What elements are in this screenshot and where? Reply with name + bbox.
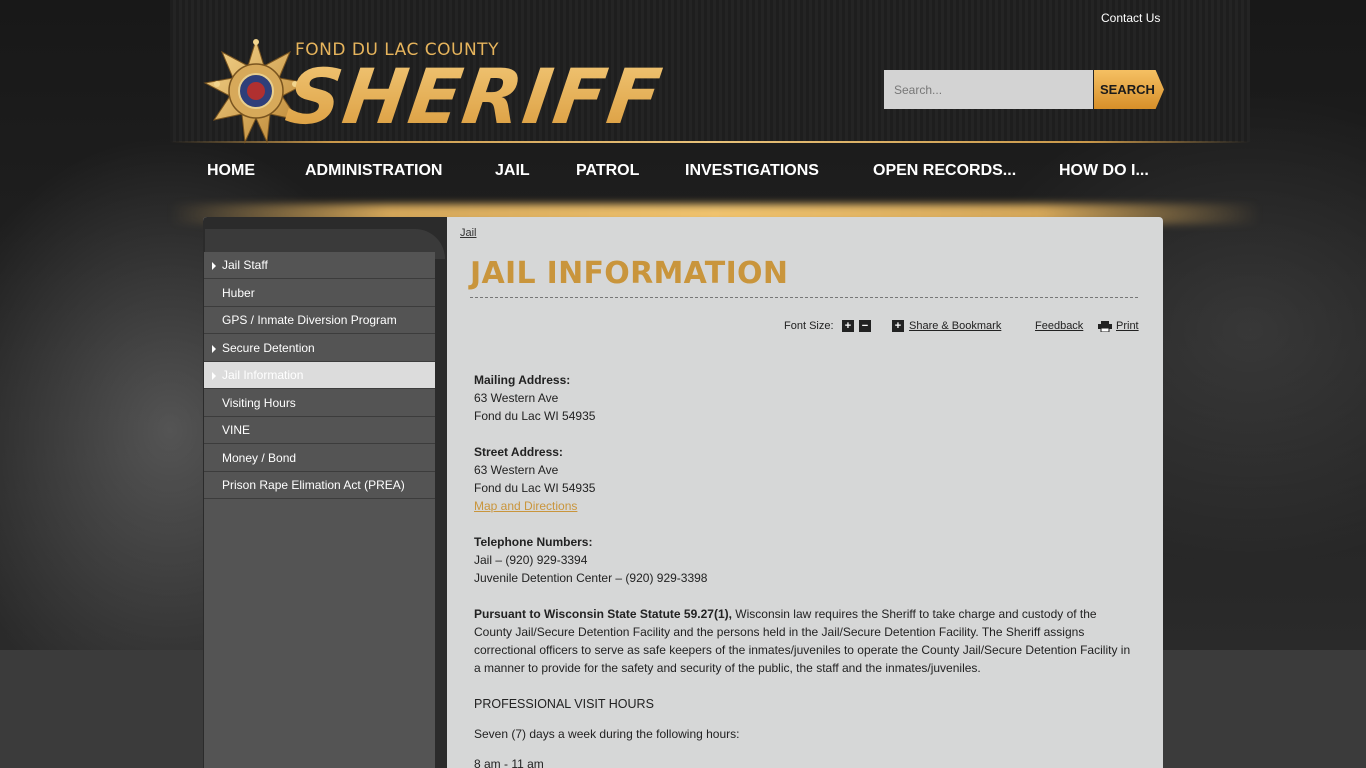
- printer-icon[interactable]: [1098, 321, 1112, 332]
- arrow-right-icon: [212, 262, 216, 270]
- font-size-label: Font Size:: [784, 320, 834, 332]
- sidebar-item-label: Prison Rape Elimation Act (PREA): [222, 478, 405, 492]
- sidebar-item-jail-staff[interactable]: Jail Staff: [204, 252, 435, 279]
- nav-investigations[interactable]: INVESTIGATIONS: [685, 162, 819, 180]
- search-input[interactable]: [884, 70, 1093, 109]
- mailing-address-heading: Mailing Address:: [474, 373, 571, 387]
- font-increase-icon[interactable]: +: [842, 320, 854, 332]
- sidebar-item-huber[interactable]: Huber: [204, 280, 435, 307]
- street-address-line: 63 Western Ave: [474, 463, 559, 477]
- jail-phone: Jail – (920) 929-3394: [474, 553, 588, 567]
- sidebar-item-visiting-hours[interactable]: Visiting Hours: [204, 390, 435, 417]
- main-nav: HOME ADMINISTRATION JAIL PATROL INVESTIG…: [0, 162, 1366, 186]
- feedback-link[interactable]: Feedback: [1035, 320, 1083, 332]
- page-content: Mailing Address: 63 Western Ave Fond du …: [474, 371, 1134, 768]
- sidebar-item-vine[interactable]: VINE: [204, 417, 435, 444]
- sidebar-item-money-bond[interactable]: Money / Bond: [204, 445, 435, 472]
- contact-us-link[interactable]: Contact Us: [1101, 11, 1160, 25]
- statute-paragraph: Pursuant to Wisconsin State Statute 59.2…: [474, 605, 1134, 677]
- mailing-address-line: 63 Western Ave: [474, 391, 559, 405]
- street-address-line: Fond du Lac WI 54935: [474, 481, 596, 495]
- nav-administration[interactable]: ADMINISTRATION: [305, 162, 442, 180]
- sidebar-menu: Jail Staff Huber GPS / Inmate Diversion …: [204, 252, 435, 768]
- search-button[interactable]: SEARCH: [1094, 70, 1164, 109]
- print-link[interactable]: Print: [1116, 320, 1139, 332]
- nav-open-records[interactable]: OPEN RECORDS...: [873, 162, 1016, 180]
- statute-reference: Pursuant to Wisconsin State Statute 59.2…: [474, 607, 732, 621]
- title-divider: [470, 297, 1138, 298]
- nav-patrol[interactable]: PATROL: [576, 162, 639, 180]
- visit-hours-text: 8 am - 11 am: [474, 757, 544, 768]
- share-bookmark-link[interactable]: Share & Bookmark: [909, 320, 1001, 332]
- share-plus-icon[interactable]: +: [892, 320, 904, 332]
- sheriff-logo[interactable]: FOND DU LAC COUNTY SHERIFF: [203, 38, 703, 144]
- logo-sheriff-text: SHERIFF: [280, 52, 669, 141]
- sidebar-item-label: VINE: [222, 423, 251, 437]
- sidebar-item-label: Jail Information: [222, 368, 304, 382]
- juvenile-phone: Juvenile Detention Center – (920) 929-33…: [474, 571, 708, 585]
- nav-how-do-i[interactable]: HOW DO I...: [1059, 162, 1149, 180]
- map-directions-link[interactable]: Map and Directions: [474, 499, 577, 513]
- sidebar-item-label: Money / Bond: [222, 451, 297, 465]
- telephone-heading: Telephone Numbers:: [474, 535, 593, 549]
- sidebar-item-label: Visiting Hours: [222, 396, 296, 410]
- page-title: JAIL INFORMATION: [470, 256, 789, 291]
- breadcrumb-jail[interactable]: Jail: [460, 227, 477, 239]
- sidebar-item-prea[interactable]: Prison Rape Elimation Act (PREA): [204, 472, 435, 499]
- sidebar-item-label: Huber: [222, 286, 255, 300]
- font-decrease-icon[interactable]: −: [859, 320, 871, 332]
- sidebar-item-jail-information[interactable]: Jail Information: [204, 362, 435, 389]
- arrow-right-icon: [212, 372, 216, 380]
- nav-home[interactable]: HOME: [207, 162, 255, 180]
- nav-jail[interactable]: JAIL: [495, 162, 530, 180]
- sidebar-item-secure-detention[interactable]: Secure Detention: [204, 335, 435, 362]
- sidebar-item-label: GPS / Inmate Diversion Program: [222, 313, 397, 327]
- visit-days-text: Seven (7) days a week during the followi…: [474, 727, 740, 741]
- sidebar-item-label: Secure Detention: [222, 341, 315, 355]
- street-address-heading: Street Address:: [474, 445, 563, 459]
- sidebar-item-label: Jail Staff: [222, 258, 268, 272]
- arrow-right-icon: [212, 345, 216, 353]
- sidebar-item-gps[interactable]: GPS / Inmate Diversion Program: [204, 307, 435, 334]
- mailing-address-line: Fond du Lac WI 54935: [474, 409, 596, 423]
- visit-hours-heading: PROFESSIONAL VISIT HOURS: [474, 697, 654, 711]
